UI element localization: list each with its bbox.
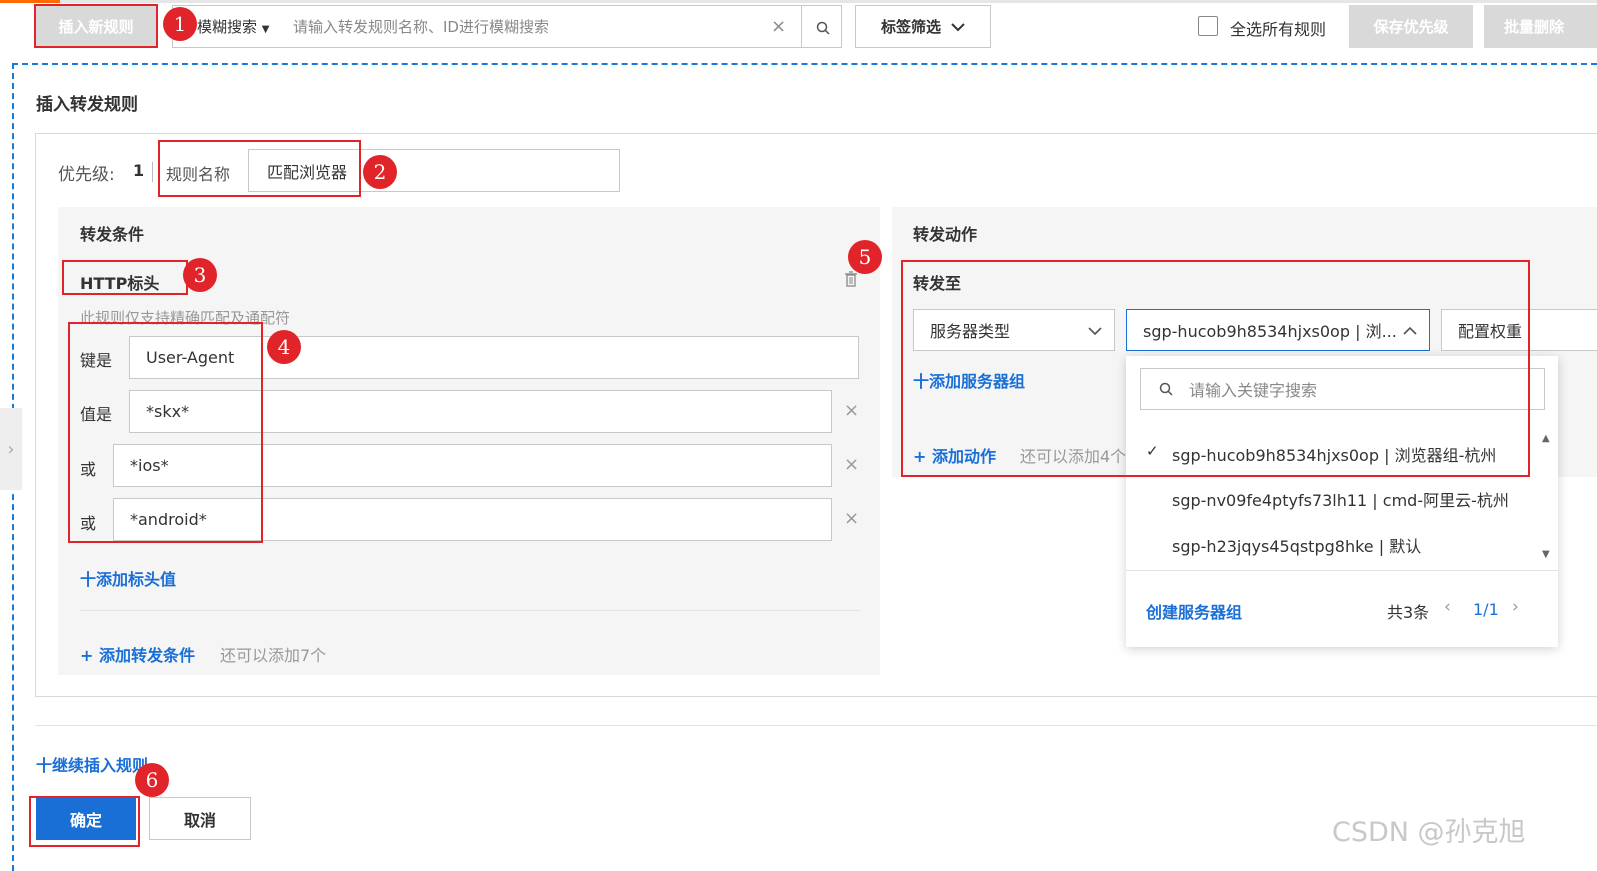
search-button[interactable]: [801, 6, 841, 47]
scroll-down-icon[interactable]: ▼: [1542, 549, 1550, 560]
cancel-button[interactable]: 取消: [149, 797, 251, 840]
tag-filter-button[interactable]: 标签筛选: [855, 5, 991, 48]
priority-value: 1: [133, 161, 145, 180]
scroll-up-icon[interactable]: ▲: [1542, 433, 1550, 444]
delete-condition-icon[interactable]: [845, 271, 857, 291]
divider: [152, 162, 153, 182]
watermark: CSDN @孙克旭: [1332, 817, 1526, 848]
annotation-box-5: [901, 260, 1530, 477]
next-page-icon[interactable]: ›: [1512, 597, 1519, 617]
search-mode-select[interactable]: 模糊搜索 ▼: [197, 16, 270, 37]
actions-title: 转发动作: [913, 225, 978, 244]
dropdown-option[interactable]: sgp-h23jqys45qstpg8hke | 默认: [1172, 533, 1421, 557]
caret-down-icon: ▼: [261, 24, 270, 35]
search-bar: 模糊搜索 ▼ 请输入转发规则名称、ID进行模糊搜索 ×: [172, 5, 842, 48]
brand-strip: [0, 0, 60, 3]
remove-value-icon[interactable]: ×: [844, 508, 859, 529]
continue-insert-link[interactable]: 十继续插入规则: [36, 752, 148, 776]
annotation-box-2: [158, 140, 361, 197]
annotation-badge-2: 2: [363, 155, 397, 189]
collapse-handle-icon[interactable]: ›: [0, 408, 22, 490]
annotation-badge-4: 4: [267, 330, 301, 364]
search-input[interactable]: 请输入转发规则名称、ID进行模糊搜索: [293, 16, 549, 37]
conditions-remaining: 还可以添加7个: [220, 646, 327, 665]
annotation-badge-6: 6: [135, 763, 169, 797]
page-indicator: 1/1: [1473, 600, 1499, 619]
chevron-down-icon: [951, 18, 965, 36]
annotation-box-1: [34, 4, 158, 48]
annotation-badge-1: 1: [163, 7, 197, 41]
top-strip: [60, 0, 1597, 3]
divider: [80, 610, 860, 611]
create-server-group-link[interactable]: 创建服务器组: [1146, 599, 1242, 623]
divider: [1126, 570, 1558, 571]
annotation-badge-5: 5: [848, 240, 882, 274]
add-condition-link[interactable]: + 添加转发条件: [80, 642, 195, 666]
select-all-checkbox[interactable]: [1198, 16, 1218, 36]
annotation-badge-3: 3: [183, 258, 217, 292]
panel-title: 插入转发规则: [36, 95, 138, 115]
add-header-value-link[interactable]: 十添加标头值: [80, 566, 176, 590]
tag-filter-label: 标签筛选: [880, 18, 941, 36]
dropdown-option[interactable]: sgp-nv09fe4ptyfs73lh11 | cmd-阿里云-杭州: [1172, 487, 1509, 511]
search-mode-label: 模糊搜索: [197, 18, 258, 36]
conditions-title: 转发条件: [80, 225, 145, 244]
priority-label: 优先级:: [58, 165, 115, 185]
search-icon: [816, 21, 830, 35]
annotation-box-3: [62, 260, 188, 295]
total-count: 共3条: [1387, 603, 1430, 622]
annotation-box-6: [29, 796, 140, 847]
batch-delete-button[interactable]: 批量删除: [1484, 5, 1597, 48]
annotation-box-4: [68, 322, 263, 543]
clear-icon[interactable]: ×: [771, 16, 786, 37]
save-priority-button[interactable]: 保存优先级: [1349, 5, 1473, 48]
remove-value-icon[interactable]: ×: [844, 400, 859, 421]
prev-page-icon[interactable]: ‹: [1444, 597, 1451, 617]
divider: [35, 725, 1597, 726]
select-all-label: 全选所有规则: [1230, 20, 1327, 39]
remove-value-icon[interactable]: ×: [844, 454, 859, 475]
